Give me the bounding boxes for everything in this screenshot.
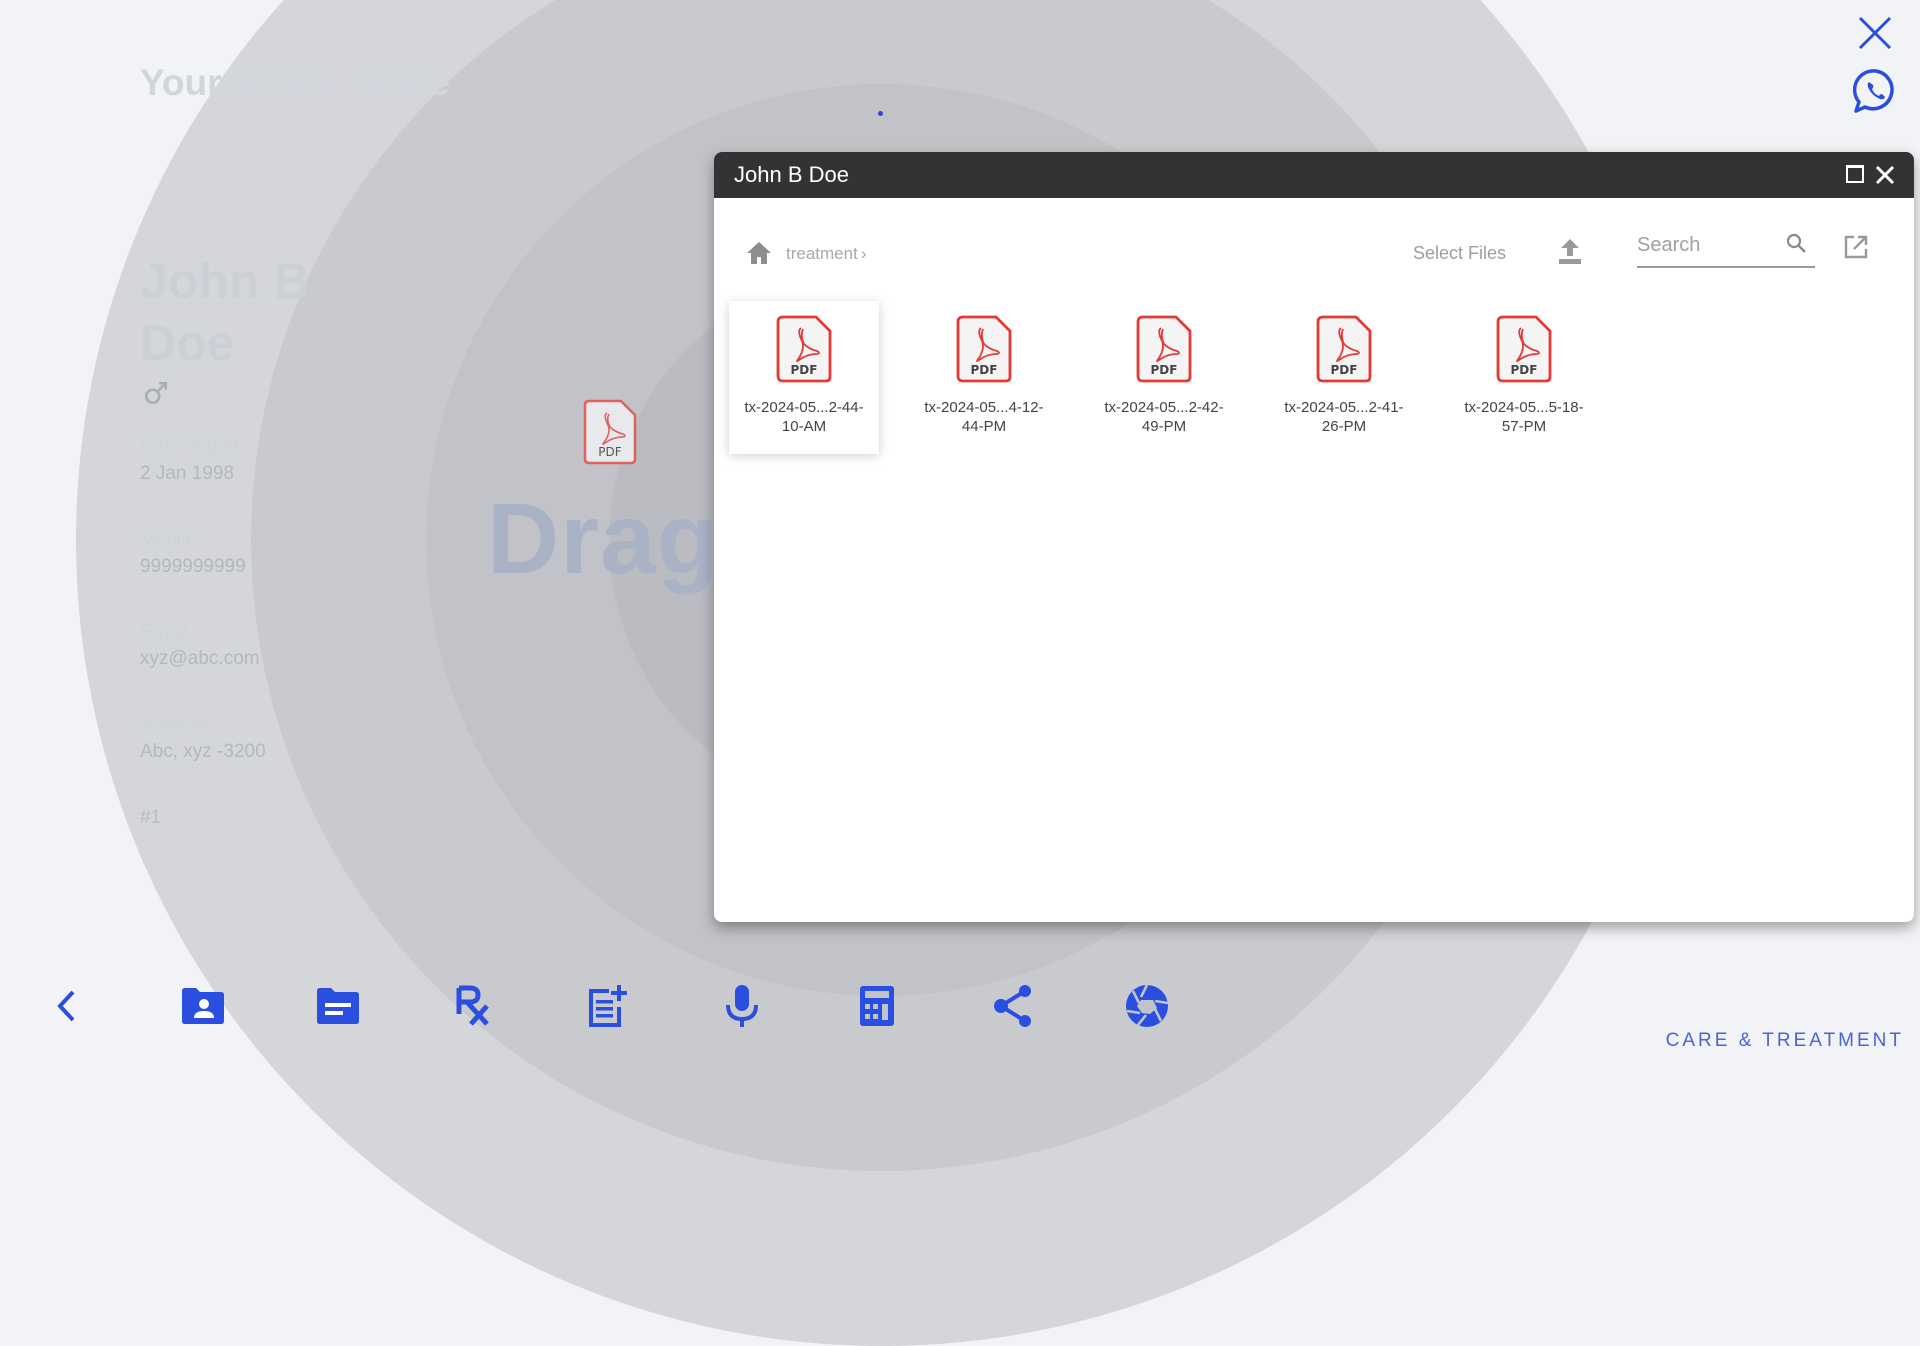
dialog-toolbar: treatment › Select Files	[714, 224, 1914, 284]
patient-folder-button[interactable]	[175, 975, 231, 1037]
folder-shared-icon	[182, 988, 224, 1024]
post-add-icon	[589, 985, 627, 1027]
home-icon[interactable]	[746, 241, 772, 265]
chevron-left-icon	[57, 990, 75, 1022]
patient-number: #1	[140, 807, 162, 828]
file-name-line1: tx-2024-05...2-42-	[1104, 399, 1224, 416]
file-tile[interactable]: PDF tx-2024-05...4-12- 44-PM	[909, 301, 1059, 454]
select-files-button[interactable]: Select Files	[1413, 243, 1506, 264]
pdf-file-icon: PDF	[956, 315, 1012, 383]
address-label: Address	[140, 715, 210, 736]
add-note-button[interactable]	[579, 975, 635, 1037]
pdf-file-icon: PDF	[1316, 315, 1372, 383]
file-tile[interactable]: PDF tx-2024-05...5-18- 57-PM	[1449, 301, 1599, 454]
mobile-value: 9999999999	[140, 556, 246, 577]
voice-button[interactable]	[714, 975, 770, 1037]
file-name-line2: 26-PM	[1321, 418, 1367, 435]
file-name: tx-2024-05...5-18- 57-PM	[1449, 398, 1599, 436]
maximize-icon[interactable]	[1846, 165, 1864, 183]
file-name: tx-2024-05...4-12- 44-PM	[909, 398, 1059, 436]
microphone-icon	[726, 985, 758, 1027]
back-button[interactable]	[39, 975, 95, 1037]
calculator-icon	[860, 986, 894, 1026]
pdf-file-icon: PDF	[1136, 315, 1192, 383]
folder-list-icon	[317, 988, 359, 1024]
brand-name: Your Brand Name	[140, 62, 450, 103]
file-name-line1: tx-2024-05...2-41-	[1284, 399, 1404, 416]
share-button[interactable]	[985, 975, 1041, 1037]
breadcrumb-label: treatment	[786, 244, 858, 263]
file-name-line1: tx-2024-05...4-12-	[924, 399, 1044, 416]
file-name-line1: tx-2024-05...5-18-	[1464, 399, 1584, 416]
pdf-file-icon: PDF	[776, 315, 832, 383]
file-name-line2: 57-PM	[1501, 418, 1547, 435]
whatsapp-icon[interactable]	[1853, 68, 1899, 114]
records-folder-button[interactable]	[310, 975, 366, 1037]
file-name-line1: tx-2024-05...2-44-	[744, 399, 864, 416]
patient-name-line2: Doe	[140, 315, 235, 371]
drag-hint-text: Drag	[487, 483, 719, 595]
pdf-file-icon: PDF	[1496, 315, 1552, 383]
file-tile[interactable]: PDF tx-2024-05...2-42- 49-PM	[1089, 301, 1239, 454]
file-name-line2: 44-PM	[961, 418, 1007, 435]
camera-button[interactable]	[1119, 975, 1175, 1037]
search-icon[interactable]	[1785, 232, 1807, 254]
dialog-title: John B Doe	[734, 162, 849, 187]
file-tile[interactable]: PDF tx-2024-05...2-44- 10-AM	[729, 301, 879, 454]
patient-name-line1: John B	[140, 253, 310, 309]
file-name: tx-2024-05...2-42- 49-PM	[1089, 398, 1239, 436]
chevron-right-icon: ›	[860, 244, 867, 263]
file-name: tx-2024-05...2-41- 26-PM	[1269, 398, 1419, 436]
svg-text:PDF: PDF	[1511, 363, 1538, 377]
file-name-line2: 10-AM	[781, 418, 827, 435]
calculator-button[interactable]	[849, 975, 905, 1037]
cursor-indicator-dot	[878, 111, 883, 116]
svg-text:PDF: PDF	[791, 363, 818, 377]
file-name-line2: 49-PM	[1141, 418, 1187, 435]
dragged-pdf-file[interactable]: PDF	[583, 399, 637, 470]
prescription-button[interactable]	[445, 975, 501, 1037]
bottom-toolbar	[0, 975, 1200, 1037]
file-browser-dialog: John B Doe treatment › Select Files Sear…	[714, 152, 1914, 922]
close-icon[interactable]	[1856, 14, 1894, 52]
file-tile[interactable]: PDF tx-2024-05...2-41- 26-PM	[1269, 301, 1419, 454]
open-in-new-icon[interactable]	[1843, 234, 1869, 260]
dob-value: 2 Jan 1998	[140, 463, 235, 484]
email-label: Email	[140, 622, 188, 643]
male-icon	[144, 381, 168, 405]
file-name: tx-2024-05...2-44- 10-AM	[729, 398, 879, 436]
svg-text:PDF: PDF	[598, 445, 621, 459]
search-input[interactable]	[1637, 228, 1777, 257]
search-field	[1637, 228, 1815, 268]
email-value: xyz@abc.com	[140, 648, 260, 669]
upload-icon[interactable]	[1557, 237, 1583, 265]
section-label: CARE & TREATMENT	[1665, 1030, 1904, 1051]
rx-icon	[456, 985, 489, 1026]
svg-text:PDF: PDF	[971, 363, 998, 377]
mobile-label: Mobile	[140, 530, 196, 551]
pdf-file-icon: PDF	[583, 399, 637, 465]
svg-text:PDF: PDF	[1331, 363, 1358, 377]
dob-label: Date of birth	[140, 437, 244, 458]
camera-aperture-icon	[1126, 984, 1169, 1027]
share-icon	[994, 985, 1031, 1027]
patient-name: John B Doe	[140, 250, 340, 374]
svg-text:PDF: PDF	[1151, 363, 1178, 377]
dialog-header[interactable]: John B Doe	[714, 152, 1914, 198]
breadcrumb-treatment[interactable]: treatment ›	[786, 244, 866, 264]
dialog-close-icon[interactable]	[1874, 164, 1896, 186]
address-value: Abc, xyz -3200	[140, 741, 266, 762]
